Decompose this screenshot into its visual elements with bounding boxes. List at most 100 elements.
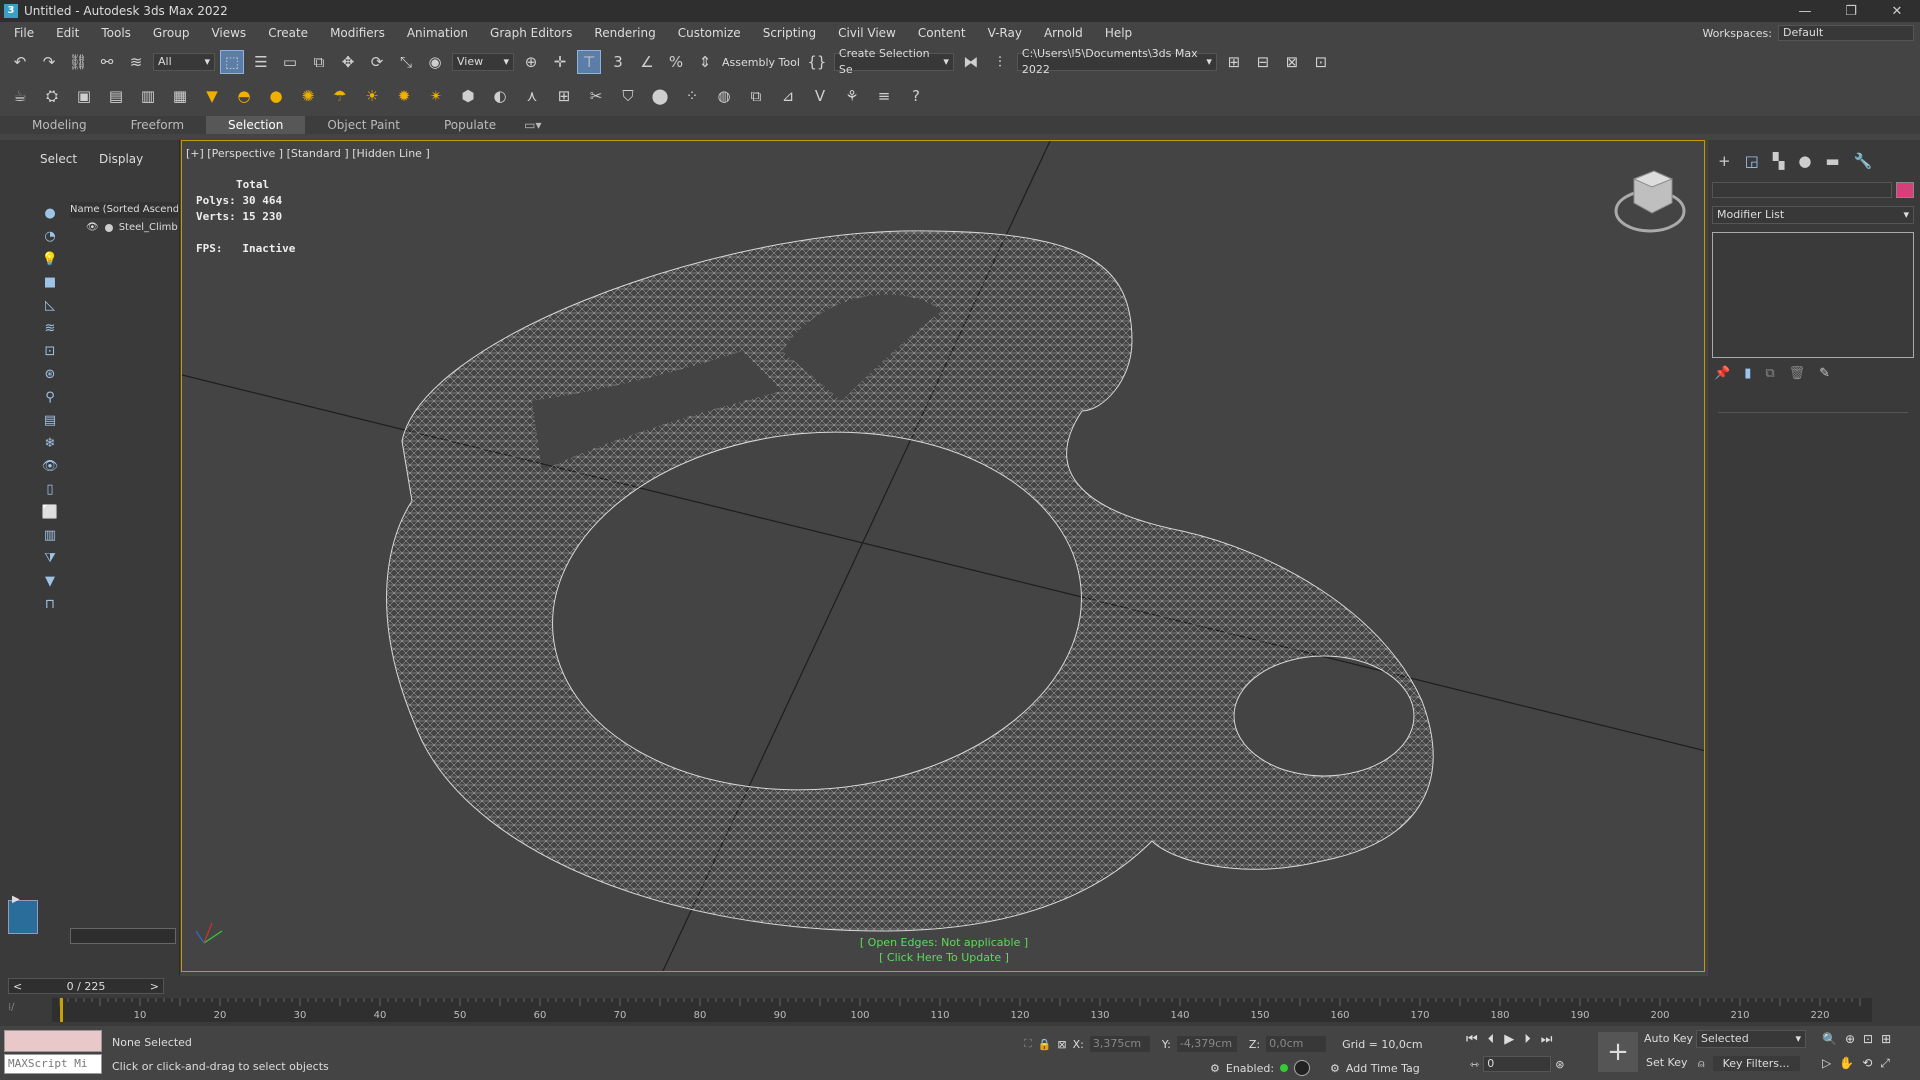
wireframe-canvas[interactable] <box>182 141 1705 972</box>
auto-key-button[interactable]: Auto Key <box>1644 1032 1693 1045</box>
modify-tab-icon[interactable]: ◲ <box>1745 152 1759 170</box>
menu-file[interactable]: File <box>6 26 48 40</box>
field-of-view-icon[interactable]: ▷ <box>1822 1056 1831 1071</box>
play-icon[interactable]: ▶ <box>1504 1032 1514 1047</box>
menu-rendering[interactable]: Rendering <box>586 26 669 40</box>
named-selection-sets-dropdown[interactable]: Create Selection Se ▾ <box>833 47 954 76</box>
filter-shapes-icon[interactable]: ◔ <box>40 226 60 246</box>
filter-containers-icon[interactable]: ▤ <box>40 410 60 430</box>
help-icon[interactable]: ? <box>904 84 928 108</box>
menu-tools[interactable]: Tools <box>93 26 145 40</box>
orbit-icon[interactable]: ⟲ <box>1862 1056 1872 1071</box>
scene-horizontal-scrollbar[interactable] <box>70 928 176 944</box>
menu-help[interactable]: Help <box>1097 26 1146 40</box>
enabled-toggle[interactable] <box>1294 1060 1311 1076</box>
environment-icon[interactable]: ▦ <box>168 84 192 108</box>
create-tab-icon[interactable]: + <box>1718 152 1731 170</box>
scene-tab-select[interactable]: Select <box>40 152 77 166</box>
window-crossing-icon[interactable]: ⧉ <box>307 50 331 74</box>
menu-arnold[interactable]: Arnold <box>1036 26 1097 40</box>
vray-sphere-icon[interactable]: ● <box>264 84 288 108</box>
remove-modifier-icon[interactable]: 🗑 <box>1789 366 1806 381</box>
tab-modeling[interactable]: Modeling <box>10 116 109 134</box>
vray-light-icon[interactable]: ▼ <box>200 84 224 108</box>
vray-toolbar-icon[interactable]: ⊿ <box>776 84 800 108</box>
vray-proxy-icon[interactable]: ⬢ <box>456 84 480 108</box>
link-icon[interactable]: ⛓ <box>66 50 90 74</box>
curve-editor-icon[interactable]: ⊡ <box>1309 50 1333 74</box>
time-slider-prev-icon[interactable]: < <box>13 980 22 993</box>
select-by-name-icon[interactable]: ☰ <box>249 50 273 74</box>
menu-modifiers[interactable]: Modifiers <box>322 26 399 40</box>
filter-groups-icon[interactable]: ⊡ <box>40 341 60 361</box>
time-slider-next-icon[interactable]: > <box>150 980 159 993</box>
expand-panel-icon[interactable]: ▶ <box>12 894 20 905</box>
filter-geometry-icon[interactable]: ● <box>40 203 60 223</box>
selection-filter-dropdown[interactable]: All ▾ <box>153 53 215 71</box>
tab-object-paint[interactable]: Object Paint <box>305 116 422 134</box>
vray-logo-icon[interactable]: V <box>808 84 832 108</box>
trackbar[interactable]: 10 20 30 40 50 60 70 80 90 100 110 120 130 140 150 160 1… <box>52 998 1872 1022</box>
trackbar-menu-icon[interactable]: ⁞∕ <box>8 1002 15 1013</box>
tab-selection[interactable]: Selection <box>206 116 306 134</box>
filter-xrefs-icon[interactable]: ⊛ <box>40 364 60 384</box>
utilities-tab-icon[interactable]: 🔧 <box>1854 152 1873 170</box>
object-color-swatch[interactable] <box>1896 182 1914 198</box>
y-coordinate-field[interactable]: -4,379cm <box>1176 1036 1237 1052</box>
viewport-label[interactable]: [+] [Perspective ] [Standard ] [Hidden L… <box>186 147 430 160</box>
filter-lights-icon[interactable]: 💡 <box>40 249 60 269</box>
menu-content[interactable]: Content <box>910 26 980 40</box>
workspace-dropdown[interactable]: Default <box>1778 25 1914 41</box>
display-tab-icon[interactable]: ▬ <box>1825 152 1839 170</box>
adaptive-degradation-icon[interactable]: ⚙ <box>1210 1062 1220 1075</box>
previous-frame-icon[interactable]: ⏴ <box>1488 1032 1495 1047</box>
undo-icon[interactable]: ↶ <box>8 50 32 74</box>
vray-clipper-icon[interactable]: ✂ <box>584 84 608 108</box>
scale-icon[interactable]: ⤡ <box>394 50 418 74</box>
redo-icon[interactable]: ↷ <box>37 50 61 74</box>
make-unique-icon[interactable]: ⧉ <box>1765 366 1774 381</box>
object-name-field[interactable] <box>1712 182 1892 198</box>
enabled-indicator[interactable] <box>1280 1064 1289 1072</box>
viewport-layout-icon[interactable] <box>8 900 38 934</box>
menu-scripting[interactable]: Scripting <box>755 26 830 40</box>
hierarchy-tab-icon[interactable]: ▚ <box>1773 152 1785 170</box>
material-sphere-icon[interactable]: ⬤ <box>648 84 672 108</box>
click-to-update-link[interactable]: [ Click Here To Update ] <box>182 950 1704 965</box>
filter-frozen-icon[interactable]: ▯ <box>40 479 60 499</box>
select-object-icon[interactable]: ⬚ <box>220 50 244 74</box>
next-frame-icon[interactable]: ⏵ <box>1524 1032 1531 1047</box>
vray-dome-light-icon[interactable]: ◓ <box>232 84 256 108</box>
vray-ies-icon[interactable]: ✺ <box>296 84 320 108</box>
menu-create[interactable]: Create <box>260 26 322 40</box>
render-production-icon[interactable]: ▤ <box>104 84 128 108</box>
minimize-icon[interactable]: — <box>1782 4 1828 19</box>
menu-edit[interactable]: Edit <box>48 26 93 40</box>
filter-helpers-icon[interactable]: ◺ <box>40 295 60 315</box>
vray-vfb-icon[interactable]: ◍ <box>712 84 736 108</box>
filter-particles-icon[interactable]: ❄ <box>40 433 60 453</box>
tab-populate[interactable]: Populate <box>422 116 518 134</box>
rect-selection-icon[interactable]: ▭ <box>278 50 302 74</box>
maxscript-mini-listener[interactable]: MAXScript Mi <box>4 1054 102 1074</box>
rotate-icon[interactable]: ⟳ <box>365 50 389 74</box>
zoom-icon[interactable]: 🔍 <box>1822 1032 1837 1046</box>
layer-icon[interactable]: ⊓ <box>40 594 60 614</box>
perspective-viewport[interactable]: [+] [Perspective ] [Standard ] [Hidden L… <box>181 140 1705 972</box>
percent-snap-icon[interactable]: % <box>664 50 688 74</box>
filter-spacewarps-icon[interactable]: ≋ <box>40 318 60 338</box>
menu-animation[interactable]: Animation <box>399 26 482 40</box>
vray-decal-icon[interactable]: ⛉ <box>616 84 640 108</box>
arnold-render-icon[interactable]: ≡ <box>872 84 896 108</box>
reference-coord-dropdown[interactable]: View ▾ <box>452 53 514 71</box>
scene-tab-display[interactable]: Display <box>99 152 143 166</box>
maximize-viewport-icon[interactable]: ⤢ <box>1880 1056 1890 1071</box>
render-frame-icon[interactable]: ▣ <box>72 84 96 108</box>
key-filter-selected-dropdown[interactable]: Selected ▾ <box>1696 1030 1806 1048</box>
show-end-result-icon[interactable]: ▮ <box>1744 366 1751 381</box>
time-configuration-icon[interactable]: ⊛ <box>1555 1058 1564 1071</box>
filter-funnel2-icon[interactable]: ▼ <box>40 571 60 591</box>
unlink-icon[interactable]: ⚯ <box>95 50 119 74</box>
ribbon-options-icon[interactable]: ▭▾ <box>518 116 547 134</box>
set-key-big-button[interactable]: + <box>1598 1032 1638 1072</box>
